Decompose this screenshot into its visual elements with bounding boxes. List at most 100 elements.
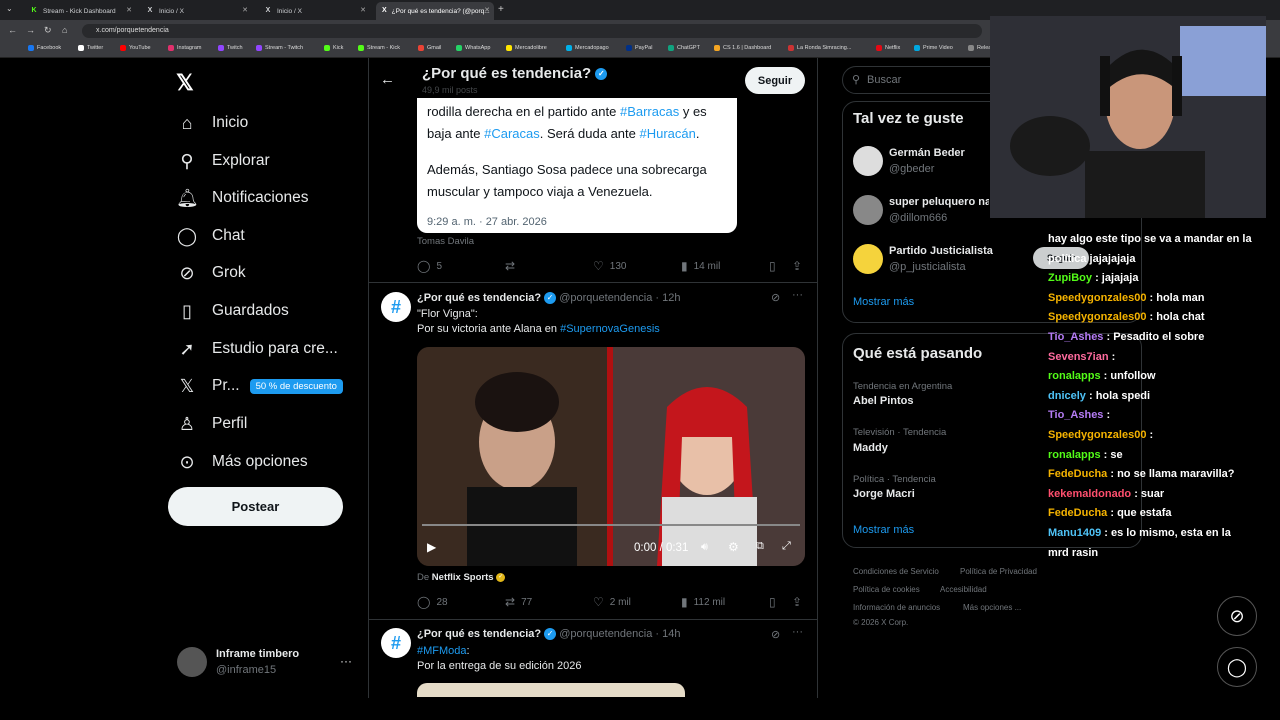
nav-more[interactable]: ⊙ Más opciones [176,447,307,477]
nav-home[interactable]: ⌂ Inicio [176,108,249,138]
bookmark-item[interactable]: Mercadopago [566,45,609,51]
nav-premium[interactable]: 𝕏 Pr... 50 % de descuento [176,371,343,401]
avatar[interactable]: # [381,628,411,658]
messages-fab-icon[interactable]: ◯ [1217,647,1257,687]
suggestion-name[interactable]: super peluquero na [889,196,989,208]
footer-link[interactable]: Política de Privacidad [960,567,1037,576]
avatar[interactable] [177,647,207,677]
reply-button[interactable]: ◯ 28 [417,595,448,609]
nav-profile[interactable]: ♙ Perfil [176,409,247,439]
retweet-button[interactable]: ⇄ 77 [505,595,532,609]
video-player[interactable]: ▶ 0:00 / 0:31 🔊︎ ⚙ ⧉ ⤢ [417,347,805,566]
chat-username[interactable]: dnicely [1048,390,1086,402]
avatar[interactable] [853,244,883,274]
browser-tab-1[interactable]: K Stream - Kick Dashboard ✕ [24,2,136,20]
browser-tab-3[interactable]: X Inicio / X ✕ [258,2,370,20]
follow-button[interactable]: Seguir [745,67,805,94]
suggestion-name[interactable]: Partido Justicialista [889,245,993,257]
chat-username[interactable]: Sevens7ian [1048,351,1109,363]
footer-link[interactable]: Más opciones ... [963,603,1021,612]
bookmark-item[interactable]: WhatsApp [456,45,490,51]
like-button[interactable]: ♡ 130 [593,259,626,273]
fullscreen-icon[interactable]: ⤢ [782,540,791,553]
nav-creator-studio[interactable]: ➚ Estudio para cre... [176,334,337,364]
quoted-image[interactable]: rodilla derecha en el partido ante #Barr… [417,98,737,233]
url-field[interactable]: x.com/porquetendencia [82,24,982,38]
grok-icon[interactable]: ⊘ [771,628,780,641]
share-button[interactable]: ⇪ [792,259,808,273]
avatar[interactable] [853,195,883,225]
close-tab-icon[interactable]: ✕ [242,6,248,14]
bookmark-item[interactable]: Gmail [418,45,441,51]
grok-fab-icon[interactable]: ⊘ [1217,596,1257,636]
views-button[interactable]: ▮ 112 mil [681,595,725,609]
chat-username[interactable]: Tio_Ashes [1048,331,1103,343]
browser-tab-2[interactable]: X Inicio / X ✕ [140,2,252,20]
trend-item[interactable]: Maddy [853,442,888,454]
show-more-link[interactable]: Mostrar más [853,524,914,536]
bookmark-item[interactable]: Kick [324,45,343,51]
bookmark-item[interactable]: Stream - Twitch [256,45,303,51]
bookmark-item[interactable]: YouTube [120,45,151,51]
reply-button[interactable]: ◯ 5 [417,259,442,273]
chat-username[interactable]: ronalapps [1048,370,1101,382]
bookmark-item[interactable]: Prime Video [914,45,953,51]
nav-grok[interactable]: ⊘ Grok [176,258,245,288]
bookmark-button[interactable]: ▯ [769,595,782,609]
bookmark-item[interactable]: Twitch [218,45,243,51]
chat-username[interactable]: Speedygonzales00 [1048,429,1146,441]
chat-username[interactable]: FedeDucha [1048,468,1107,480]
trend-item[interactable]: Jorge Macri [853,488,915,500]
pip-icon[interactable]: ⧉ [756,540,764,553]
close-tab-icon[interactable]: ✕ [126,6,132,14]
chat-username[interactable]: Manu1409 [1048,527,1101,539]
x-logo-icon[interactable]: 𝕏 [176,70,194,96]
bookmark-item[interactable]: Twitter [78,45,103,51]
nav-bookmarks[interactable]: ▯ Guardados [176,296,289,326]
bookmark-item[interactable]: Facebook [28,45,61,51]
bookmark-button[interactable]: ▯ [769,259,782,273]
bookmark-item[interactable]: CS 1.6 | Dashboard [714,45,771,51]
account-menu-icon[interactable]: ··· [340,654,352,668]
nav-explore[interactable]: ⚲ Explorar [176,146,269,176]
browser-tab-active[interactable]: X ¿Por qué es tendencia? (@porq... ✕ [376,2,494,20]
suggestion-name[interactable]: Germán Beder [889,147,965,159]
views-button[interactable]: ▮ 14 mil [681,259,720,273]
forward-icon[interactable]: → [26,25,35,35]
settings-icon[interactable]: ⚙ [728,540,739,554]
show-more-link[interactable]: Mostrar más [853,296,914,308]
bookmark-item[interactable]: La Ronda Simracing... [788,45,851,51]
more-icon[interactable]: ··· [792,626,803,638]
bookmark-item[interactable]: Netflix [876,45,900,51]
avatar[interactable] [853,146,883,176]
footer-link[interactable]: Accesibilidad [940,585,987,594]
volume-icon[interactable]: 🔊︎ [701,541,708,554]
nav-notifications[interactable]: 🔔︎ Notificaciones [176,183,309,213]
back-icon[interactable]: ← [8,25,17,35]
more-icon[interactable]: ··· [792,289,803,301]
trend-item[interactable]: Abel Pintos [853,395,914,407]
bookmark-item[interactable]: Mercadolibre [506,45,547,51]
tweet-image[interactable] [417,683,685,697]
bookmark-item[interactable]: Instagram [168,45,201,51]
nav-chat[interactable]: ◯ Chat [176,221,245,251]
play-icon[interactable]: ▶ [427,540,436,554]
like-button[interactable]: ♡ 2 mil [593,595,631,609]
chat-username[interactable]: kekemaldonado [1048,488,1131,500]
retweet-button[interactable]: ⇄ [505,259,521,273]
tab-search-icon[interactable]: ⌄ [6,4,13,13]
avatar[interactable]: # [381,292,411,322]
new-tab-icon[interactable]: + [498,4,504,15]
chat-username[interactable]: ronalapps [1048,449,1101,461]
bookmark-item[interactable]: PayPal [626,45,652,51]
footer-link[interactable]: Política de cookies [853,585,920,594]
chat-username[interactable]: Tio_Ashes [1048,409,1103,421]
grok-icon[interactable]: ⊘ [771,291,780,304]
footer-link[interactable]: Condiciones de Servicio [853,567,939,576]
chat-username[interactable]: Speedygonzales00 [1048,311,1146,323]
close-tab-icon[interactable]: ✕ [360,6,366,14]
footer-link[interactable]: Información de anuncios [853,603,940,612]
home-icon[interactable]: ⌂ [62,25,67,35]
close-tab-icon[interactable]: ✕ [484,6,490,14]
post-button[interactable]: Postear [168,487,343,526]
